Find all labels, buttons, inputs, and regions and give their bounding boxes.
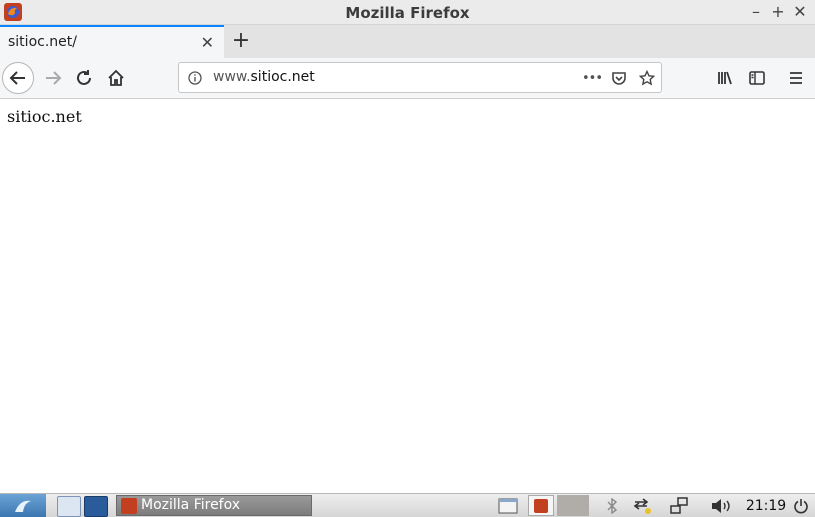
page-content: sitioc.net [0, 99, 815, 493]
url-host: sitioc.net [250, 69, 315, 85]
start-menu-button[interactable] [0, 494, 46, 517]
window-list-icon[interactable] [497, 495, 519, 516]
library-icon [718, 71, 732, 85]
home-icon [108, 69, 124, 86]
tab-title: sitioc.net/ [8, 34, 77, 50]
network-app-launcher-icon[interactable] [84, 496, 108, 517]
tab-close-button[interactable]: ✕ [201, 33, 214, 52]
navigation-toolbar: www.sitioc.net ••• [0, 58, 815, 99]
start-logo-icon [15, 500, 31, 512]
menu-button[interactable] [781, 63, 811, 93]
page-body-text: sitioc.net [7, 107, 82, 126]
reload-button[interactable] [69, 63, 99, 93]
tab-strip: sitioc.net/ ✕ + [0, 25, 815, 58]
back-arrow-icon [9, 71, 25, 85]
firefox-icon [121, 498, 137, 514]
window-titlebar: Mozilla Firefox – + ✕ [0, 0, 815, 25]
forward-arrow-icon [46, 71, 62, 85]
url-text[interactable]: www.sitioc.net [213, 69, 315, 85]
workspace-2-button[interactable] [557, 495, 589, 516]
maximize-button[interactable]: + [768, 2, 788, 22]
minimize-button[interactable]: – [746, 2, 766, 22]
taskbar: Mozilla Firefox 21:19 [0, 493, 815, 517]
close-window-button[interactable]: ✕ [790, 2, 810, 22]
clock[interactable]: 21:19 [744, 495, 788, 516]
tab-sitioc[interactable]: sitioc.net/ ✕ [0, 25, 224, 58]
taskbar-task-label: Mozilla Firefox [141, 497, 241, 513]
network-connection-icon[interactable] [632, 495, 654, 516]
power-icon[interactable] [791, 495, 811, 516]
page-actions-button[interactable]: ••• [582, 68, 603, 88]
reload-icon [77, 70, 91, 85]
url-bar[interactable]: www.sitioc.net ••• [178, 62, 662, 93]
display-switch-icon[interactable] [667, 495, 691, 516]
sidebar-toggle-button[interactable] [742, 63, 772, 93]
sidebar-icon [749, 71, 765, 85]
hamburger-icon [790, 72, 802, 84]
pocket-icon[interactable] [609, 68, 629, 88]
home-button[interactable] [101, 63, 131, 93]
forward-button[interactable] [38, 63, 68, 93]
library-button[interactable] [710, 63, 740, 93]
bookmark-star-icon[interactable] [637, 68, 657, 88]
url-prefix: www. [213, 69, 251, 85]
window-title: Mozilla Firefox [345, 4, 470, 22]
taskbar-task-firefox[interactable]: Mozilla Firefox [116, 495, 312, 516]
workspace-1-firefox-icon[interactable] [528, 495, 554, 516]
file-manager-launcher-icon[interactable] [57, 496, 81, 517]
back-button[interactable] [2, 62, 34, 94]
site-info-icon[interactable] [185, 68, 205, 88]
volume-icon[interactable] [708, 495, 734, 516]
bluetooth-icon[interactable] [603, 495, 621, 516]
new-tab-button[interactable]: + [230, 28, 252, 54]
